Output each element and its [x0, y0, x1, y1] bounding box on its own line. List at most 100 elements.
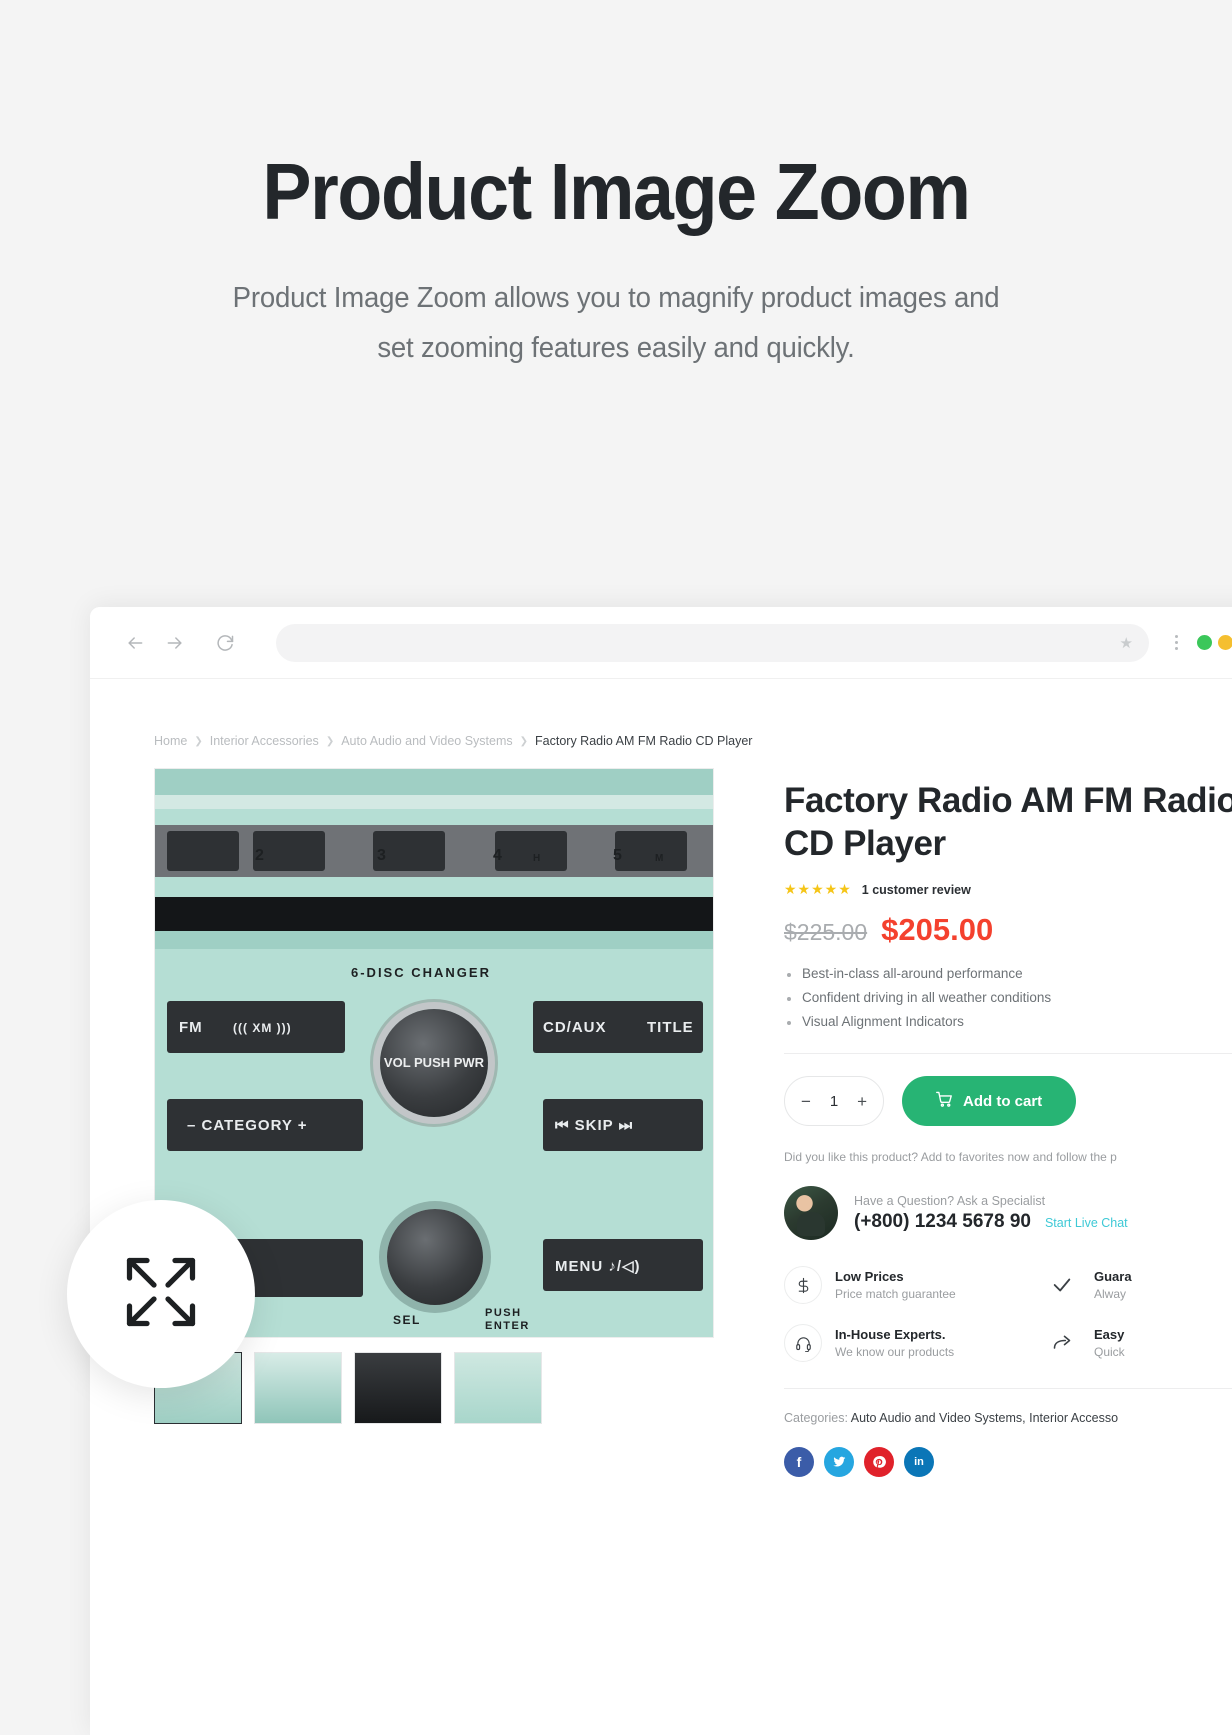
button-title[interactable]: TITLE [647, 1019, 694, 1036]
badge-title: Guara [1094, 1268, 1132, 1284]
button-category[interactable]: – CATEGORY + [187, 1117, 308, 1134]
url-bar[interactable]: ★ [276, 623, 1149, 662]
badge-guaranteed: Guara Alway [1043, 1266, 1232, 1304]
badge-low-prices: Low Prices Price match guarantee [784, 1266, 1015, 1305]
favorites-note: Did you like this product? Add to favori… [784, 1150, 1117, 1165]
disc-changer-label: 6-DISC CHANGER [351, 965, 491, 980]
price-original: $225.00 [784, 919, 868, 946]
thumbnail-2[interactable] [354, 1352, 442, 1424]
review-count-link[interactable]: 1 customer review [862, 883, 971, 897]
thumbnail-strip [154, 1352, 714, 1424]
quantity-increase-button[interactable]: + [857, 1093, 867, 1110]
preset-3: 3 [377, 847, 388, 864]
avatar [784, 1186, 838, 1241]
rating-row: ★★★★★ 1 customer review [784, 881, 1232, 898]
window-dot-green[interactable] [1197, 635, 1212, 650]
chevron-right-icon: ❯ [519, 735, 529, 747]
product-page: Home ❯ Interior Accessories ❯ Auto Audio… [90, 679, 1232, 1478]
check-icon [1043, 1266, 1081, 1304]
button-menu[interactable]: MENU ♪/◁) [555, 1257, 641, 1275]
button-xm[interactable]: ((( XM ))) [233, 1021, 292, 1035]
arrow-left-icon[interactable] [118, 626, 152, 660]
chevron-right-icon: ❯ [194, 735, 203, 747]
badge-subtitle: Price match guarantee [835, 1286, 956, 1301]
preset-5: 5 [613, 847, 624, 864]
breadcrumb-item-auto-audio[interactable]: Auto Audio and Video Systems [341, 734, 512, 748]
facebook-share-button[interactable]: f [784, 1447, 814, 1478]
headset-icon [784, 1324, 822, 1363]
product-title: Factory Radio AM FM Radio CD Player [784, 781, 1232, 863]
specialist-block: Have a Question? Ask a Specialist (+800)… [784, 1186, 1232, 1241]
badge-title: Easy [1094, 1326, 1125, 1342]
twitter-share-button[interactable] [824, 1447, 854, 1478]
shopping-cart-icon [936, 1091, 953, 1112]
preset-h: H [533, 853, 542, 864]
trust-badges: Low Prices Price match guarantee Guara A… [784, 1266, 1232, 1363]
button-cd-aux[interactable]: CD/AUX [543, 1019, 607, 1036]
badge-easy-returns: Easy Quick [1043, 1324, 1232, 1362]
add-to-cart-label: Add to cart [963, 1092, 1043, 1110]
enter-knob[interactable] [387, 1209, 483, 1305]
volume-knob[interactable]: VOL PUSH PWR [380, 1009, 488, 1117]
feature-item: Confident driving in all weather conditi… [784, 990, 1232, 1005]
breadcrumb-item-current: Factory Radio AM FM Radio CD Player [535, 734, 753, 748]
reload-icon[interactable] [208, 626, 242, 660]
badge-title: In-House Experts. [835, 1326, 946, 1342]
quantity-stepper[interactable]: − 1 + [784, 1076, 884, 1127]
quantity-value[interactable]: 1 [830, 1093, 838, 1110]
hero-section: Product Image Zoom Product Image Zoom al… [0, 0, 1232, 374]
pinterest-share-button[interactable] [864, 1447, 894, 1478]
categories-label: Categories: [784, 1411, 848, 1426]
expand-arrows-icon [119, 1250, 203, 1339]
feature-item: Visual Alignment Indicators [784, 1014, 1232, 1029]
thumbnail-3[interactable] [454, 1352, 542, 1424]
add-to-cart-button[interactable]: Add to cart [902, 1076, 1077, 1127]
linkedin-share-button[interactable]: in [904, 1447, 934, 1478]
breadcrumb-item-interior-accessories[interactable]: Interior Accessories [210, 734, 319, 748]
price-row: $225.00 $205.00 [784, 912, 1232, 948]
badge-title: Low Prices [835, 1268, 904, 1284]
arrow-right-icon[interactable] [158, 626, 192, 660]
purchase-row: − 1 + Add to cart [784, 1076, 1232, 1127]
window-dot-yellow[interactable] [1218, 635, 1232, 650]
badge-in-house-experts: In-House Experts. We know our products [784, 1324, 1015, 1363]
badge-subtitle: We know our products [835, 1344, 955, 1359]
preset-m: M [655, 853, 665, 864]
chevron-right-icon: ❯ [325, 735, 335, 747]
preset-4: 4 [493, 847, 504, 864]
button-skip[interactable]: ⏮ SKIP ⏭ [555, 1117, 633, 1134]
divider [784, 1053, 1232, 1055]
badge-subtitle: Alway [1094, 1286, 1127, 1301]
browser-toolbar: ★ [90, 607, 1232, 679]
categories-links[interactable]: Auto Audio and Video Systems, Interior A… [851, 1411, 1118, 1425]
page-subtitle: Product Image Zoom allows you to magnify… [232, 282, 1000, 364]
button-fm[interactable]: FM [179, 1019, 203, 1036]
browser-window: ★ Home ❯ Interior Accessories ❯ Auto Aud… [90, 607, 1232, 1735]
star-icon[interactable]: ★ [1120, 634, 1133, 652]
badge-subtitle: Quick [1094, 1344, 1125, 1359]
star-rating: ★★★★★ [784, 881, 852, 898]
kebab-menu-icon[interactable] [1163, 635, 1189, 650]
thumbnail-1[interactable] [254, 1352, 342, 1424]
price-sale: $205.00 [881, 912, 994, 948]
breadcrumb-item-home[interactable]: Home [154, 734, 187, 748]
categories-row: Categories: Auto Audio and Video Systems… [784, 1411, 1232, 1425]
breadcrumb: Home ❯ Interior Accessories ❯ Auto Audio… [154, 734, 1232, 748]
feature-list: Best-in-class all-around performance Con… [784, 966, 1232, 1029]
window-controls [1197, 635, 1232, 650]
dollar-icon [784, 1266, 822, 1305]
start-live-chat-link[interactable]: Start Live Chat [1045, 1216, 1128, 1230]
divider [784, 1388, 1232, 1390]
feature-item: Best-in-class all-around performance [784, 966, 1232, 981]
specialist-prompt: Have a Question? Ask a Specialist [854, 1193, 1046, 1208]
specialist-phone[interactable]: (+800) 1234 5678 90 [854, 1211, 1031, 1233]
quantity-decrease-button[interactable]: − [801, 1093, 811, 1110]
page-root: Product Image Zoom Product Image Zoom al… [0, 0, 1232, 1735]
page-title: Product Image Zoom [262, 147, 971, 236]
product-details: Factory Radio AM FM Radio CD Player ★★★★… [714, 768, 1232, 1478]
preset-2: 2 [255, 847, 266, 864]
social-share-row: f in [784, 1447, 1232, 1478]
zoom-indicator[interactable] [67, 1200, 255, 1388]
sel-label: SEL [393, 1313, 421, 1327]
return-arrow-icon [1043, 1324, 1081, 1362]
